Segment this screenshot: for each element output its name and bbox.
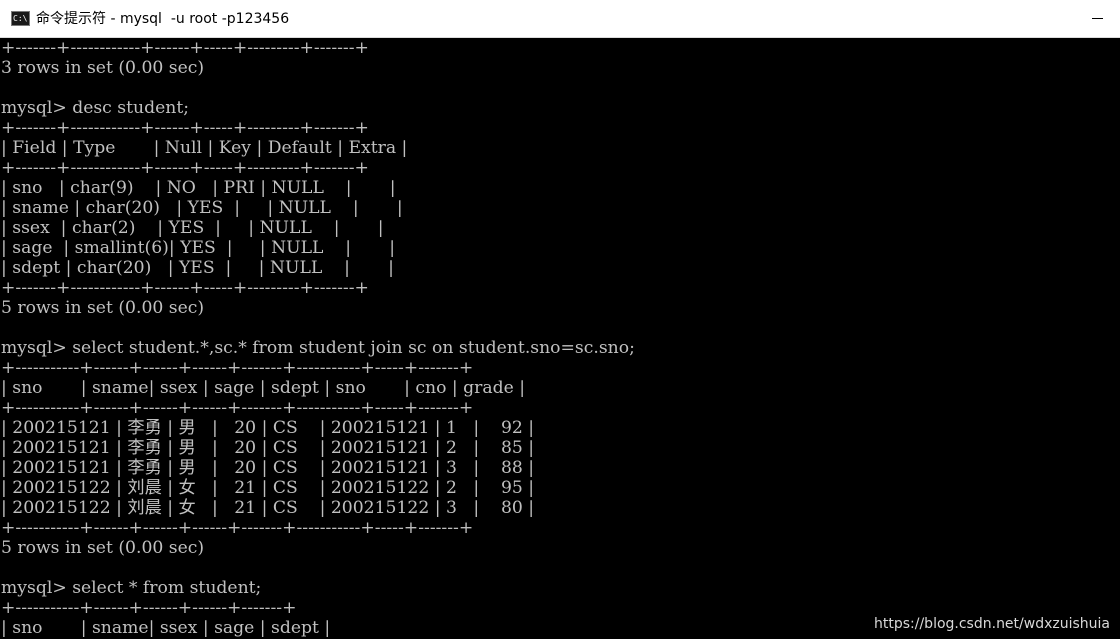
console-line: | 200215122 | 刘晨 | 女 | 21 | CS | 2002151…: [1, 498, 535, 518]
console-line: | sno | char(9) | NO | PRI | NULL | |: [1, 178, 396, 198]
minimize-icon: [1092, 18, 1103, 19]
console-line: mysql> select * from student;: [1, 578, 262, 598]
console-line: | 200215121 | 李勇 | 男 | 20 | CS | 2002151…: [1, 438, 535, 458]
title-bar[interactable]: C:\. 命令提示符 - mysql -u root -p123456: [0, 0, 1120, 38]
window-title: 命令提示符 - mysql -u root -p123456: [36, 11, 290, 27]
minimize-button[interactable]: [1074, 0, 1120, 37]
console-line: 3 rows in set (0.00 sec): [1, 58, 205, 78]
console-output[interactable]: +-------+------------+------+-----+-----…: [0, 38, 1120, 639]
console-line: mysql> desc student;: [1, 98, 190, 118]
watermark: https://blog.csdn.net/wdxzuishuia: [874, 616, 1110, 632]
console-line: | ssex | char(2) | YES | | NULL | |: [1, 218, 384, 238]
console-line: | sname | char(20) | YES | | NULL | |: [1, 198, 403, 218]
console-line: | 200215122 | 刘晨 | 女 | 21 | CS | 2002151…: [1, 478, 535, 498]
console-line: | sdept | char(20) | YES | | NULL | |: [1, 258, 394, 278]
console-line: | 200215121 | 李勇 | 男 | 20 | CS | 2002151…: [1, 418, 535, 438]
console-line: | sno | sname| ssex | sage | sdept |: [1, 618, 331, 638]
console-line: | sage | smallint(6)| YES | | NULL | |: [1, 238, 396, 258]
console-line: mysql> select student.*,sc.* from studen…: [1, 338, 635, 358]
console-line: +-------+------------+------+-----+-----…: [1, 158, 369, 178]
console-line: +-------+------------+------+-----+-----…: [1, 278, 369, 298]
command-prompt-icon[interactable]: C:\.: [11, 11, 30, 26]
console-line: | sno | sname| ssex | sage | sdept | sno…: [1, 378, 526, 398]
console-line: +-------+------------+------+-----+-----…: [1, 118, 369, 138]
console-line: +-----------+------+------+------+------…: [1, 518, 474, 538]
console-line: +-----------+------+------+------+------…: [1, 598, 297, 618]
console-line: | 200215121 | 李勇 | 男 | 20 | CS | 2002151…: [1, 458, 535, 478]
console-line: 5 rows in set (0.00 sec): [1, 538, 205, 558]
console-line: 5 rows in set (0.00 sec): [1, 298, 205, 318]
console-line: +-----------+------+------+------+------…: [1, 398, 474, 418]
console-line: +-------+------------+------+-----+-----…: [1, 38, 369, 58]
console-line: | Field | Type | Null | Key | Default | …: [1, 138, 408, 158]
console-window: C:\. 命令提示符 - mysql -u root -p123456 +---…: [0, 0, 1120, 639]
console-line: +-----------+------+------+------+------…: [1, 358, 474, 378]
